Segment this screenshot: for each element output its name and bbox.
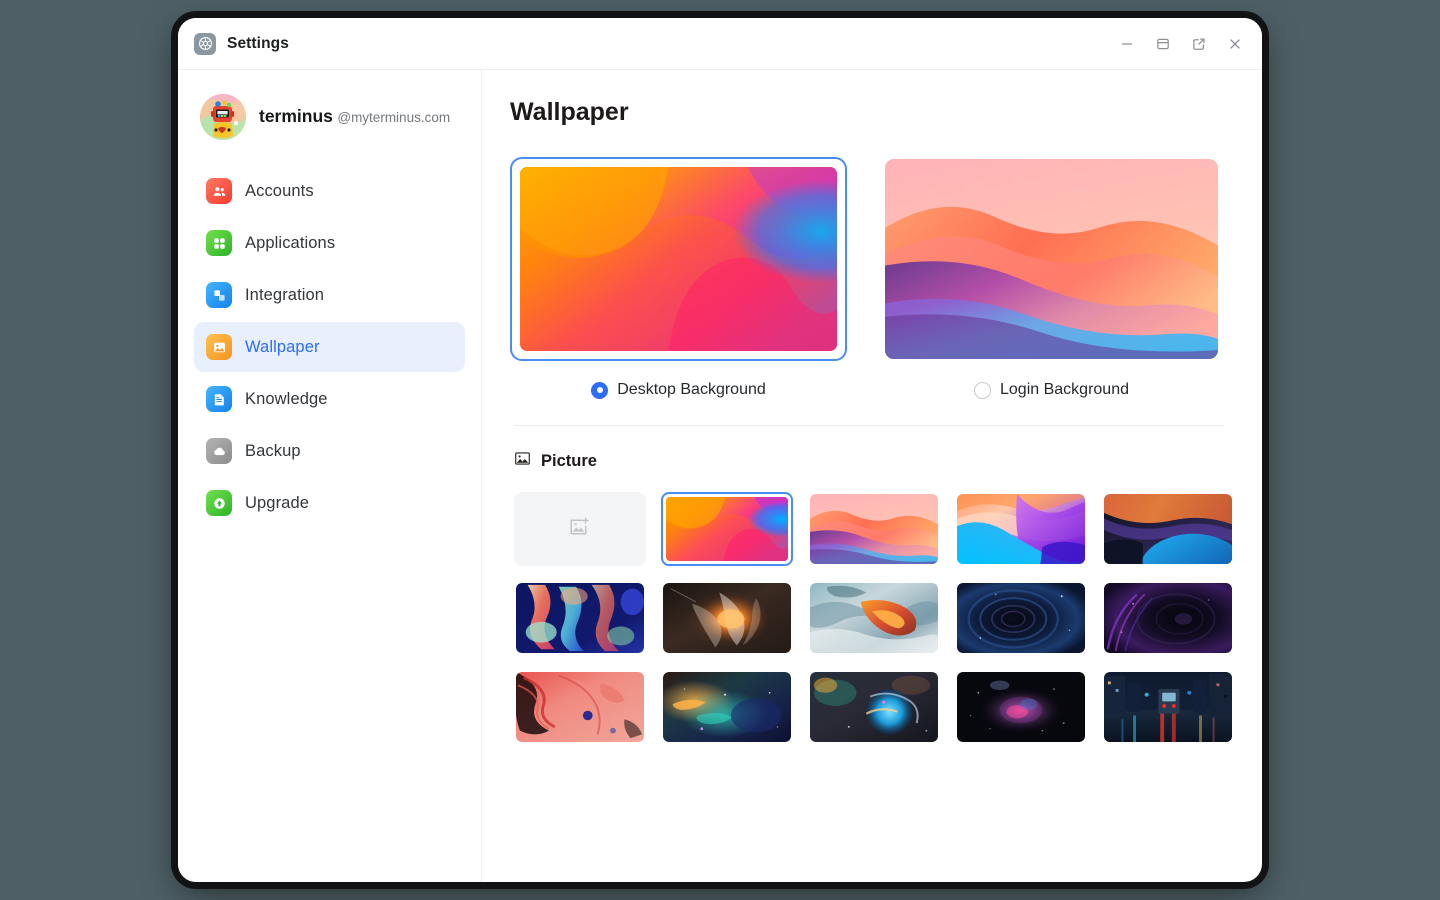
add-picture-tile[interactable] (514, 492, 646, 566)
thumb-image (663, 583, 791, 653)
section-divider (514, 425, 1224, 426)
thumb-image (810, 494, 938, 564)
login-background-radio[interactable] (974, 381, 991, 399)
wallpaper-thumb-1[interactable] (661, 492, 793, 566)
wallpaper-thumb-3[interactable] (955, 492, 1087, 566)
sidebar-item-label: Integration (245, 285, 325, 304)
thumb-image (810, 583, 938, 653)
sidebar-item-backup[interactable]: Backup (194, 426, 465, 476)
wallpaper-grid (514, 492, 1232, 744)
desktop-background-label: Desktop Background (617, 381, 766, 398)
popout-button[interactable] (1186, 31, 1212, 57)
sidebar-item-label: Applications (245, 233, 336, 252)
wallpaper-thumb-10[interactable] (514, 670, 646, 744)
wallpaper-thumb-7[interactable] (808, 581, 940, 655)
sidebar-item-upgrade[interactable]: Upgrade (194, 478, 465, 528)
sidebar-item-knowledge[interactable]: Knowledge (194, 374, 465, 424)
upgrade-icon (206, 490, 232, 516)
login-preview-frame[interactable] (883, 157, 1220, 361)
settings-gear-icon (194, 32, 216, 55)
sidebar-nav: Accounts Applications Integration Wallpa… (194, 166, 465, 528)
applications-icon (206, 230, 232, 256)
settings-window: Settings terminus @myterminus.com Accoun… (178, 18, 1262, 882)
wallpaper-thumb-8[interactable] (955, 581, 1087, 655)
login-preview-image (885, 159, 1218, 359)
sidebar-item-label: Accounts (245, 181, 314, 200)
thumb-image (957, 494, 1085, 564)
wallpaper-thumb-5[interactable] (514, 581, 646, 655)
sidebar-item-label: Upgrade (245, 493, 309, 512)
desktop-radio-row[interactable]: Desktop Background (510, 381, 847, 399)
thumb-image (957, 583, 1085, 653)
profile-name: terminus (259, 106, 333, 127)
picture-section-header: Picture (514, 450, 1228, 472)
wallpaper-icon (206, 334, 232, 360)
thumb-image (516, 672, 644, 742)
desktop-background-radio[interactable] (591, 381, 609, 399)
window-controls (1114, 31, 1248, 57)
page-title: Wallpaper (510, 98, 629, 126)
desktop-preview-image (520, 167, 837, 351)
sidebar-item-wallpaper[interactable]: Wallpaper (194, 322, 465, 372)
minimize-button[interactable] (1114, 31, 1140, 57)
thumb-image (666, 497, 788, 561)
thumb-image (663, 672, 791, 742)
knowledge-icon (206, 386, 232, 412)
sidebar-item-accounts[interactable]: Accounts (194, 166, 465, 216)
wallpaper-thumb-6[interactable] (661, 581, 793, 655)
desktop-preview-frame[interactable] (510, 157, 847, 361)
wallpaper-thumb-9[interactable] (1102, 581, 1234, 655)
thumb-image (1104, 494, 1232, 564)
wallpaper-thumb-13[interactable] (955, 670, 1087, 744)
desktop-background-option[interactable]: Desktop Background (510, 157, 847, 399)
wallpaper-thumb-14[interactable] (1102, 670, 1234, 744)
wallpaper-thumb-4[interactable] (1102, 492, 1234, 566)
sidebar-item-applications[interactable]: Applications (194, 218, 465, 268)
login-background-option[interactable]: Login Background (883, 157, 1220, 399)
preview-row: Desktop Background Login Background (510, 157, 1228, 399)
thumb-image (810, 672, 938, 742)
accounts-icon (206, 178, 232, 204)
sidebar-item-label: Knowledge (245, 389, 328, 408)
thumb-image (516, 583, 644, 653)
sidebar-item-integration[interactable]: Integration (194, 270, 465, 320)
thumb-image (957, 672, 1085, 742)
backup-icon (206, 438, 232, 464)
window-body: terminus @myterminus.com Accounts Applic… (178, 70, 1262, 882)
login-background-label: Login Background (1000, 381, 1129, 398)
window-title: Settings (227, 34, 289, 52)
wallpaper-thumb-11[interactable] (661, 670, 793, 744)
avatar (200, 94, 246, 140)
sidebar-item-label: Backup (245, 441, 301, 460)
close-button[interactable] (1222, 31, 1248, 57)
sidebar-item-label: Wallpaper (245, 337, 320, 356)
sidebar: terminus @myterminus.com Accounts Applic… (178, 70, 482, 882)
title-bar: Settings (178, 18, 1262, 70)
thumb-image (1104, 672, 1232, 742)
integration-icon (206, 282, 232, 308)
profile-block[interactable]: terminus @myterminus.com (194, 92, 465, 140)
content-area: Wallpaper Desktop Background Login Backg… (482, 70, 1262, 882)
restore-button[interactable] (1150, 31, 1176, 57)
image-plus-icon (568, 515, 592, 544)
wallpaper-thumb-2[interactable] (808, 492, 940, 566)
wallpaper-thumb-12[interactable] (808, 670, 940, 744)
profile-handle: @myterminus.com (337, 110, 451, 126)
thumb-image (1104, 583, 1232, 653)
login-radio-row[interactable]: Login Background (883, 381, 1220, 399)
picture-icon (514, 450, 531, 472)
picture-section-title: Picture (541, 451, 597, 470)
